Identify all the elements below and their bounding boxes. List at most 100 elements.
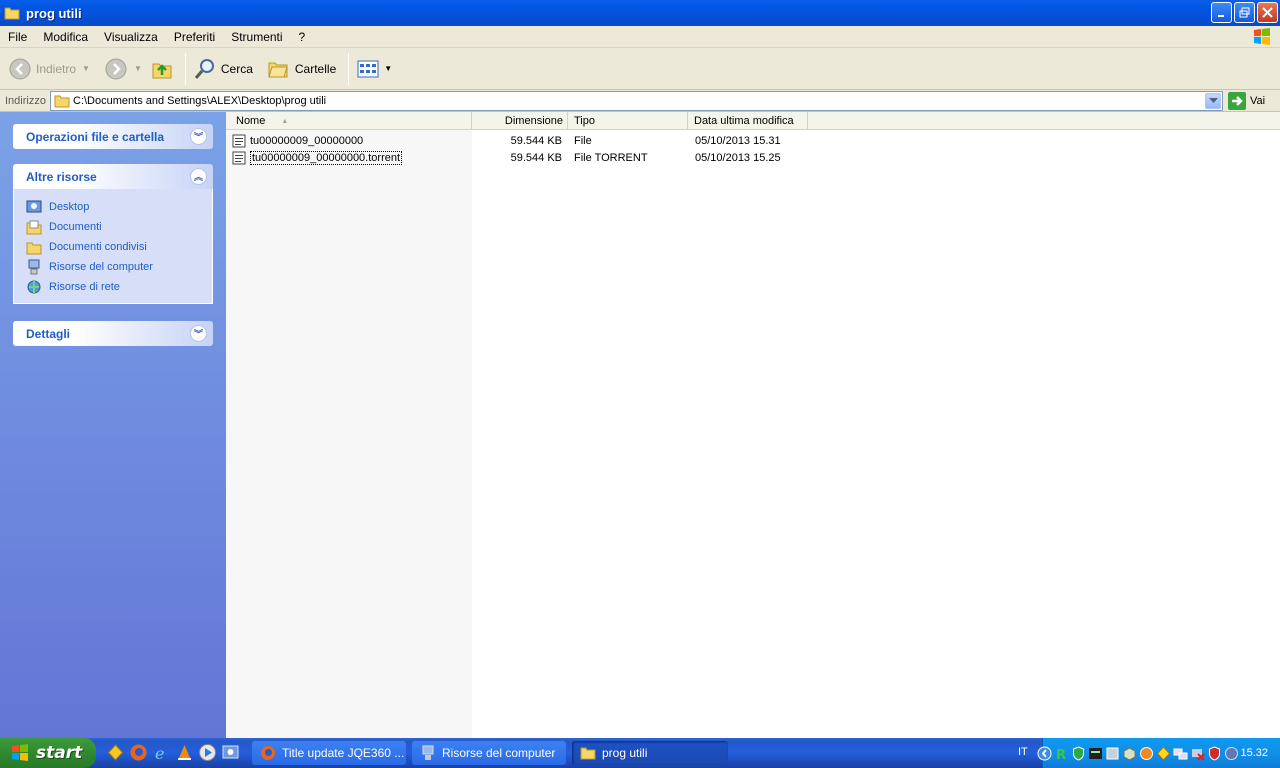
antivirus-icon[interactable]: [1207, 745, 1222, 761]
back-arrow-icon: [9, 58, 31, 79]
sidebar-item-documents[interactable]: Documenti: [26, 217, 212, 237]
folders-icon: [268, 62, 288, 77]
file-row[interactable]: tu00000009_00000000.torrent 59.544 KB Fi…: [230, 149, 930, 166]
column-header-name[interactable]: Nome ▲: [230, 112, 472, 130]
column-header-modified[interactable]: Data ultima modifica: [688, 112, 808, 130]
sidebar-item-desktop[interactable]: Desktop: [26, 197, 212, 217]
taskbar-button-prog-utili[interactable]: prog utili: [572, 741, 728, 765]
folder-icon: [4, 7, 20, 20]
quick-launch: e: [106, 743, 240, 762]
menu-visualizza[interactable]: Visualizza: [96, 30, 166, 44]
column-header-type[interactable]: Tipo: [568, 112, 688, 130]
file-name-cell[interactable]: tu00000009_00000000.torrent: [232, 149, 403, 166]
address-label: Indirizzo: [5, 94, 46, 107]
sidebar-item-my-computer[interactable]: Risorse del computer: [26, 257, 212, 277]
firefox-icon: [261, 746, 275, 760]
vlc-icon[interactable]: [175, 743, 194, 762]
sidebar-item-shared-documents[interactable]: Documenti condivisi: [26, 237, 212, 257]
views-dropdown-icon[interactable]: ▼: [384, 64, 392, 73]
menu-help[interactable]: ?: [291, 30, 314, 44]
address-input[interactable]: C:\Documents and Settings\ALEX\Desktop\p…: [50, 91, 1223, 111]
expand-icon[interactable]: ︾: [190, 128, 207, 145]
address-dropdown-button[interactable]: [1205, 93, 1221, 109]
menu-preferiti[interactable]: Preferiti: [166, 30, 223, 44]
tray-expand-icon[interactable]: [1037, 746, 1052, 761]
file-modified-cell: 05/10/2013 15.25: [695, 151, 781, 164]
close-button[interactable]: [1257, 2, 1278, 23]
file-tasks-header[interactable]: Operazioni file e cartella ︾: [13, 124, 213, 149]
folders-button[interactable]: Cartelle: [263, 52, 340, 86]
maximize-button[interactable]: [1234, 2, 1255, 23]
address-bar: Indirizzo C:\Documents and Settings\ALEX…: [0, 90, 1280, 112]
forward-dropdown-icon[interactable]: ▼: [134, 64, 142, 73]
svg-text:e: e: [155, 744, 164, 762]
file-list[interactable]: Nome ▲ Dimensione Tipo Data ultima modif…: [226, 112, 1280, 738]
diamond-app-icon[interactable]: [1156, 745, 1171, 761]
file-modified-cell: 05/10/2013 15.31: [695, 134, 781, 147]
menu-file[interactable]: File: [0, 30, 35, 44]
file-tasks-panel: Operazioni file e cartella ︾: [13, 124, 213, 149]
shield-icon[interactable]: [1071, 745, 1086, 761]
hardware-monitor-icon[interactable]: [1088, 746, 1103, 761]
desktop-icon: [26, 200, 42, 213]
minimize-button[interactable]: [1211, 2, 1232, 23]
expand-icon[interactable]: ︾: [190, 325, 207, 342]
taskbar: start e Title update JQE360 ... Risorse …: [0, 738, 1280, 768]
firefox-icon[interactable]: [129, 743, 148, 762]
column-header-size[interactable]: Dimensione: [472, 112, 568, 130]
details-title: Dettagli: [26, 326, 71, 341]
r-app-icon[interactable]: R: [1054, 746, 1069, 761]
diamond-app-icon[interactable]: [106, 743, 125, 762]
collapse-icon[interactable]: ︽: [190, 168, 207, 185]
close-icon: [1262, 7, 1273, 18]
computer-icon: [422, 745, 434, 760]
file-name-cell[interactable]: tu00000009_00000000: [232, 132, 363, 149]
file-row[interactable]: tu00000009_00000000 59.544 KB File 05/10…: [230, 132, 930, 149]
search-button[interactable]: Cerca: [189, 52, 257, 86]
taskbar-button-my-computer[interactable]: Risorse del computer: [412, 741, 566, 765]
folder-icon: [580, 747, 596, 760]
file-type-cell: File: [574, 134, 592, 147]
search-icon: [194, 58, 214, 79]
start-button[interactable]: start: [0, 738, 96, 768]
restore-icon: [1239, 7, 1250, 18]
focused-file-label: tu00000009_00000000.torrent: [250, 150, 403, 165]
up-folder-button[interactable]: [146, 52, 182, 86]
usb-device-icon[interactable]: [1105, 746, 1120, 761]
windows-logo-icon: [1254, 28, 1270, 45]
back-dropdown-icon[interactable]: ▼: [82, 64, 90, 73]
menu-modifica[interactable]: Modifica: [35, 30, 96, 44]
title-bar[interactable]: prog utili: [0, 0, 1280, 26]
forward-button[interactable]: ▼: [100, 52, 146, 86]
file-size-cell: 59.544 KB: [510, 134, 562, 147]
generic-file-icon: [232, 134, 246, 147]
other-places-header[interactable]: Altre risorse ︽: [13, 164, 213, 189]
sidebar-item-network[interactable]: Risorse di rete: [26, 277, 212, 297]
clock[interactable]: 15.32: [1240, 747, 1268, 759]
toolbar-separator: [184, 52, 186, 85]
orange-app-icon[interactable]: [1139, 746, 1154, 761]
back-button[interactable]: Indietro ▼: [4, 52, 94, 86]
address-path: C:\Documents and Settings\ALEX\Desktop\p…: [73, 95, 327, 107]
menu-strumenti[interactable]: Strumenti: [223, 30, 290, 44]
go-button[interactable]: Vai: [1228, 92, 1265, 110]
show-desktop-icon[interactable]: [221, 743, 240, 762]
network-connection-icon[interactable]: [1173, 746, 1188, 761]
globe-icon[interactable]: [1224, 746, 1239, 761]
views-button[interactable]: ▼: [352, 52, 396, 86]
chevron-down-icon: [1208, 98, 1218, 103]
details-header[interactable]: Dettagli ︾: [13, 321, 213, 346]
internet-explorer-icon[interactable]: e: [152, 743, 171, 762]
box-app-icon[interactable]: [1122, 746, 1137, 761]
sorted-column-highlight: [226, 130, 472, 738]
taskbar-button-browser[interactable]: Title update JQE360 ...: [252, 741, 406, 765]
other-places-title: Altre risorse: [26, 169, 97, 184]
other-places-panel: Altre risorse ︽ Desktop Documenti Docume…: [13, 164, 213, 304]
language-indicator[interactable]: IT: [1018, 746, 1028, 758]
forward-arrow-icon: [105, 58, 127, 79]
toolbar: Indietro ▼ ▼ Cerca Cartelle ▼: [0, 48, 1280, 90]
media-player-icon[interactable]: [198, 743, 217, 762]
network-disconnected-icon[interactable]: [1190, 746, 1205, 761]
column-headers: Nome ▲ Dimensione Tipo Data ultima modif…: [226, 112, 1280, 130]
network-globe-icon: [27, 280, 41, 294]
